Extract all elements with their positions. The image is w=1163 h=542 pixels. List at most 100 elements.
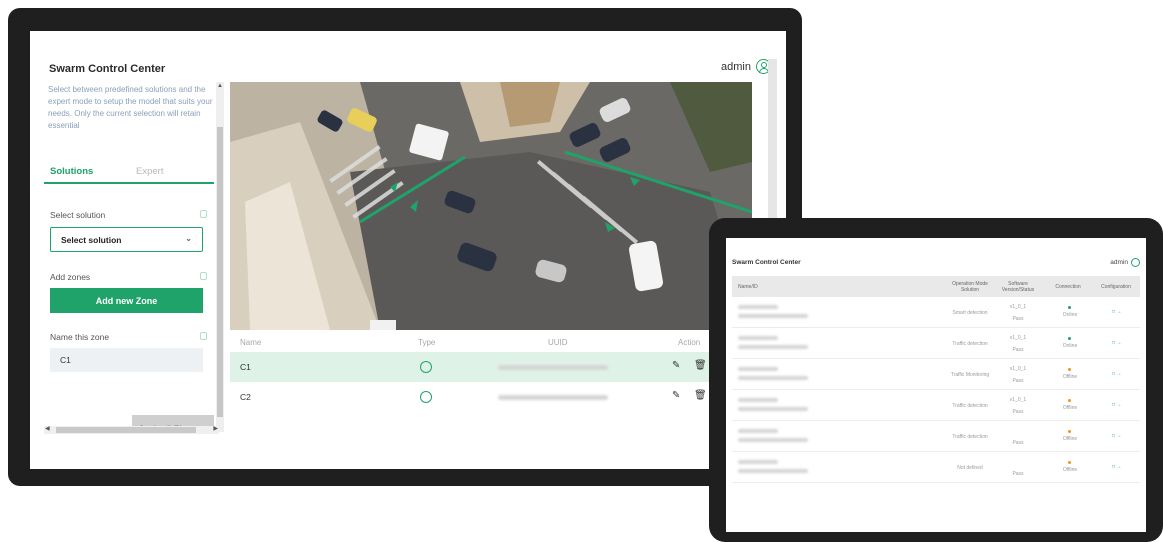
config-panel: Select between predefined solutions and … xyxy=(44,82,224,432)
zone-name: C1 xyxy=(240,362,251,372)
connection-status: Offline xyxy=(1062,467,1078,473)
user-menu[interactable]: admin xyxy=(1110,258,1140,267)
table-row[interactable]: Traffic detection v1_0_1 Pass Offline □ → xyxy=(732,390,1140,421)
config-actions[interactable]: □ → xyxy=(1112,464,1121,470)
config-actions[interactable]: □ → xyxy=(1112,371,1121,377)
redacted-device-name xyxy=(738,429,778,433)
connection-status: Offline xyxy=(1062,374,1078,380)
column-name-id: Name/ID xyxy=(738,284,758,290)
zone-name: C2 xyxy=(240,392,251,402)
add-new-zone-button[interactable]: Add new Zone xyxy=(50,288,203,313)
software-status: Pass xyxy=(1012,409,1024,415)
zone-type-icon xyxy=(420,391,432,403)
chevron-down-icon: ⌄ xyxy=(185,234,192,243)
status-dot-icon xyxy=(1068,430,1071,433)
table-row[interactable]: Traffic Monitoring v1_0_1 Pass Offline □ → xyxy=(732,359,1140,390)
software-version: v1_0_1 xyxy=(1009,335,1027,341)
column-type: Type xyxy=(418,338,436,347)
operation-mode: Traffic detection xyxy=(952,403,988,409)
intersection-image xyxy=(230,82,752,330)
config-actions[interactable]: □ → xyxy=(1112,433,1121,439)
app-header: Swarm Control Center admin xyxy=(30,31,786,81)
edit-icon[interactable]: ✎ xyxy=(672,390,680,401)
config-actions[interactable]: □ → xyxy=(1112,402,1121,408)
operation-mode: Traffic detection xyxy=(952,434,988,440)
tablet-screen: Swarm Control Center admin Name/ID Opera… xyxy=(726,238,1146,532)
software-status: Pass xyxy=(1012,471,1024,477)
username: admin xyxy=(721,60,751,73)
redacted-device-id xyxy=(738,345,808,349)
panel-vertical-scrollbar[interactable]: ▲ xyxy=(216,82,224,432)
software-version: v1_0_1 xyxy=(1009,366,1027,372)
table-header: Name/ID Operation Mode Solution Software… xyxy=(732,276,1140,297)
mode-tabs: Solutions Expert xyxy=(44,162,214,184)
panel-horizontal-scrollbar[interactable]: ◀ ▶ xyxy=(44,426,219,434)
redacted-device-name xyxy=(738,398,778,402)
column-software: Software Version/Status xyxy=(1001,281,1035,293)
user-avatar-icon[interactable] xyxy=(1131,258,1140,267)
status-dot-icon xyxy=(1068,399,1071,402)
redacted-device-name xyxy=(738,460,778,464)
redacted-device-id xyxy=(738,469,808,473)
trash-icon[interactable]: 🗑 xyxy=(694,390,707,401)
monitor-device: Swarm Control Center admin Select betwee… xyxy=(8,8,802,486)
connection-status: Offline xyxy=(1062,436,1078,442)
table-row[interactable]: Not defined Pass Offline □ → xyxy=(732,452,1140,483)
software-status: Pass xyxy=(1012,316,1024,322)
solution-select[interactable]: Select solution ⌄ xyxy=(50,227,203,252)
config-actions[interactable]: □ → xyxy=(1112,309,1121,315)
operation-mode: Traffic detection xyxy=(952,341,988,347)
table-header: Name Type UUID Action xyxy=(230,334,752,352)
table-row[interactable]: C2 ✎ 🗑 xyxy=(230,382,752,412)
select-solution-label: Select solution xyxy=(50,210,106,220)
scroll-up-icon[interactable]: ▲ xyxy=(217,83,223,89)
table-row[interactable]: Traffic detection v1_0_1 Pass Online □ → xyxy=(732,328,1140,359)
software-version: v1_0_1 xyxy=(1009,304,1027,310)
info-icon[interactable] xyxy=(200,332,207,340)
scrollbar-thumb[interactable] xyxy=(217,127,223,417)
trash-icon[interactable]: 🗑 xyxy=(694,360,707,371)
column-name: Name xyxy=(240,338,262,347)
edit-icon[interactable]: ✎ xyxy=(672,360,680,371)
app-title: Swarm Control Center xyxy=(49,63,166,75)
redacted-device-name xyxy=(738,367,778,371)
monitor-screen: Swarm Control Center admin Select betwee… xyxy=(30,31,786,469)
column-configuration: Configuration xyxy=(1101,284,1131,290)
zone-type-icon xyxy=(420,361,432,373)
tab-expert[interactable]: Expert xyxy=(136,166,163,177)
software-status: Pass xyxy=(1012,440,1024,446)
tablet-device: Swarm Control Center admin Name/ID Opera… xyxy=(709,218,1163,542)
config-actions[interactable]: □ → xyxy=(1112,340,1121,346)
status-dot-icon xyxy=(1068,461,1071,464)
table-row[interactable]: Traffic detection Pass Offline □ → xyxy=(732,421,1140,452)
table-row[interactable]: Smart detection v1_0_1 Pass Online □ → xyxy=(732,297,1140,328)
operation-mode: Smart detection xyxy=(952,310,988,316)
add-zones-label: Add zones xyxy=(50,272,91,282)
info-icon[interactable] xyxy=(200,210,207,218)
redacted-device-id xyxy=(738,438,808,442)
redacted-uuid xyxy=(498,395,608,400)
panel-intro-text: Select between predefined solutions and … xyxy=(48,85,213,130)
info-icon[interactable] xyxy=(200,272,207,280)
status-dot-icon xyxy=(1068,306,1071,309)
solution-select-value: Select solution xyxy=(61,235,122,245)
column-connection: Connection xyxy=(1055,284,1081,290)
redacted-device-id xyxy=(738,376,808,380)
scroll-left-icon[interactable]: ◀ xyxy=(45,425,50,432)
zone-name-input[interactable]: C1 xyxy=(50,348,203,372)
zone-table: Name Type UUID Action C1 ✎ 🗑 C2 ✎ 🗑 xyxy=(230,334,752,412)
column-uuid: UUID xyxy=(548,338,568,347)
table-row[interactable]: C1 ✎ 🗑 xyxy=(230,352,752,382)
camera-view[interactable] xyxy=(230,82,752,330)
scrollbar-thumb[interactable] xyxy=(56,427,196,433)
connection-status: Online xyxy=(1062,312,1078,318)
column-operation: Operation Mode Solution xyxy=(952,281,988,293)
status-dot-icon xyxy=(1068,337,1071,340)
operation-mode: Not defined xyxy=(957,465,983,471)
redacted-device-id xyxy=(738,314,808,318)
scroll-right-icon[interactable]: ▶ xyxy=(213,425,218,432)
redacted-device-name xyxy=(738,336,778,340)
redacted-device-name xyxy=(738,305,778,309)
user-menu[interactable]: admin xyxy=(721,59,771,74)
tab-solutions[interactable]: Solutions xyxy=(50,166,93,177)
